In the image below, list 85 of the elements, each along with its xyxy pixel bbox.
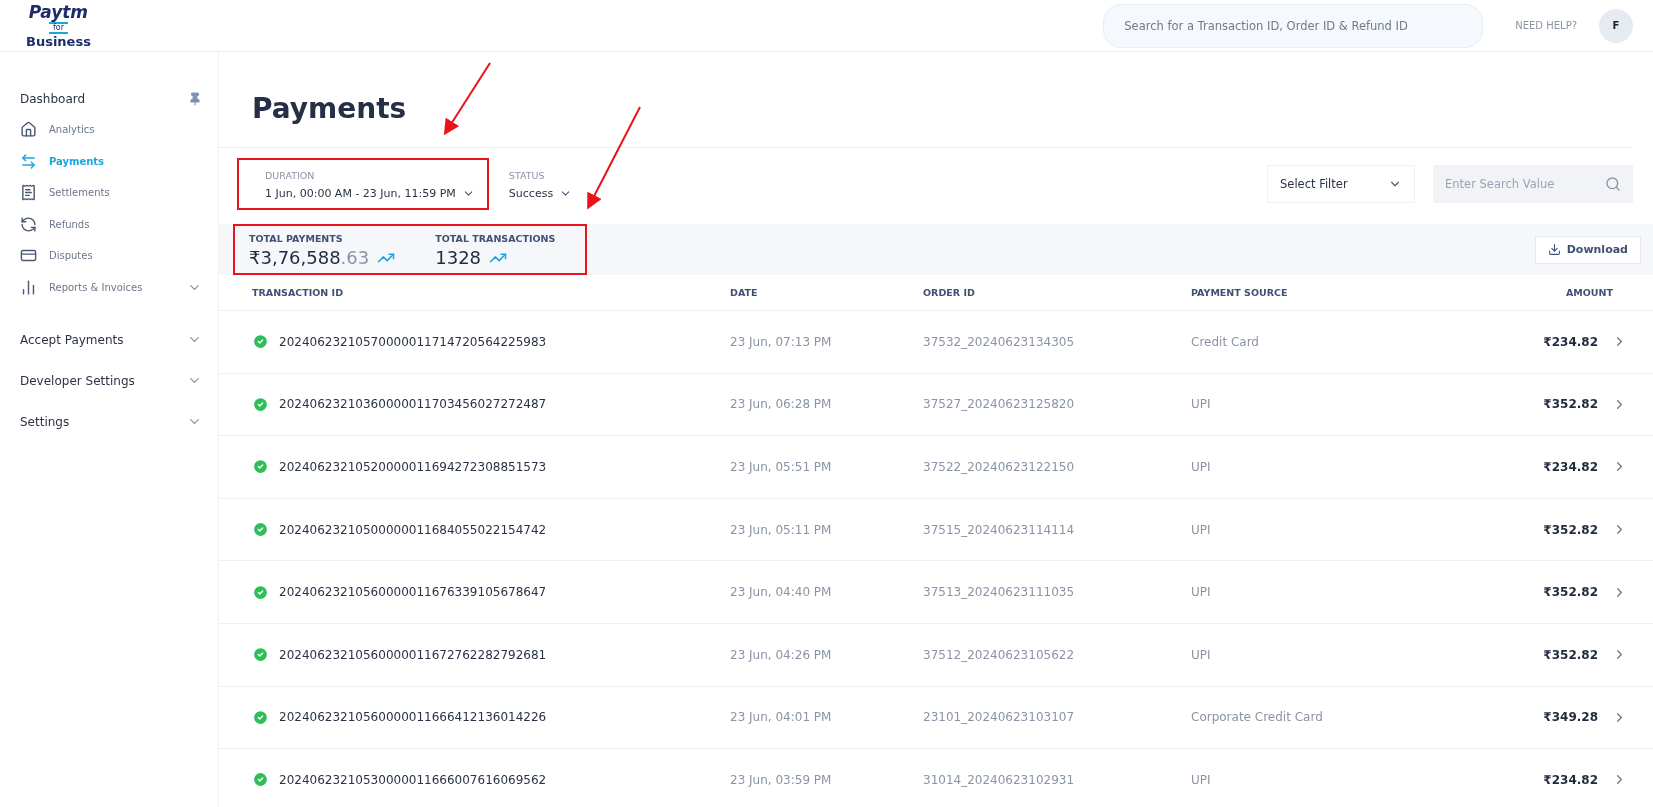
order-id-cell-text: 37527_20240623125820 [923, 397, 1076, 412]
payment-source-cell-text: Credit Card [1191, 334, 1260, 349]
amount-cell: ₹234.82 [1543, 334, 1598, 349]
sidebar-section[interactable]: Accept Payments [20, 319, 202, 360]
page-title: Payments [219, 52, 1633, 148]
table-row[interactable]: 20240623210360000011703456027272487 23 Jun, 06:28 PM 37527_20240623125820 UPI ₹352.82 [219, 373, 1653, 437]
date-cell-text: 23 Jun, 07:13 PM [730, 334, 833, 349]
sidebar-section[interactable]: Developer Settings [20, 360, 202, 401]
filter-label: STATUS [508, 170, 546, 181]
order-id-cell-text: 37532_20240623134305 [923, 334, 1076, 349]
order-id-cell-text: 37515_20240623114114 [923, 522, 1076, 537]
filter-dropdown[interactable]: Success [508, 187, 573, 200]
bar-chart-icon [20, 278, 37, 296]
date-cell-text: 23 Jun, 03:59 PM [730, 772, 833, 787]
receipt-icon [20, 184, 37, 202]
transaction-id: 20240623210560000011672762282792681 [279, 647, 547, 662]
total-value: 1328 [435, 247, 482, 268]
amount-cell: ₹234.82 [1543, 460, 1598, 474]
avatar[interactable]: F [1599, 8, 1633, 43]
table-row[interactable]: 20240623210520000011694272308851573 23 Jun, 05:51 PM 37522_20240623122150 UPI ₹234.82 [219, 436, 1653, 499]
order-id-cell-text: 37513_20240623111035 [923, 585, 1076, 600]
date-cell-text: 23 Jun, 05:11 PM [730, 522, 833, 537]
amount-cell: ₹234.82 [1543, 772, 1598, 787]
search-value-field[interactable]: Enter Search Value [1433, 165, 1633, 203]
date-cell-text: 23 Jun, 05:51 PM [730, 460, 833, 474]
order-id-cell-text: 23101_20240623103107 [923, 710, 1076, 725]
filter-dropdown[interactable]: 1 Jun, 00:00 AM - 23 Jun, 11:59 PM [265, 187, 475, 200]
order-id-cell-text: 37522_20240623122150 [923, 460, 1076, 474]
payment-source-cell-text: UPI [1191, 585, 1212, 600]
column-header: ORDER ID [923, 287, 976, 298]
download-button[interactable]: Download [1534, 235, 1641, 264]
total-value: ₹3,76,588.63 [249, 247, 370, 268]
table-row[interactable]: 20240623210560000011666412136014226 23 Jun, 04:01 PM 23101_20240623103107 Corporate Credit Card ₹349.28 [219, 686, 1653, 750]
date-cell-text: 23 Jun, 04:40 PM [730, 585, 833, 600]
table-row[interactable]: 20240623210560000011676339105678647 23 Jun, 04:40 PM 37513_20240623111035 UPI ₹352.82 [219, 561, 1653, 624]
sidebar-item[interactable]: Settlements [20, 177, 202, 209]
total-label: TOTAL TRANSACTIONS [435, 233, 556, 244]
refresh-icon [20, 215, 37, 233]
payment-source-cell-text: UPI [1191, 772, 1212, 787]
payment-source-cell-text: UPI [1191, 460, 1212, 474]
logo[interactable]: Paytm for Business [26, 3, 91, 48]
arrows-icon [20, 152, 37, 170]
column-header: TRANSACTION ID [252, 287, 345, 298]
sidebar-item[interactable]: Refunds [20, 208, 202, 240]
table-row[interactable]: 20240623210560000011672762282792681 23 Jun, 04:26 PM 37512_20240623105622 UPI ₹352.82 [219, 623, 1653, 687]
search-icon[interactable] [1605, 176, 1621, 192]
transaction-id: 20240623210560000011676339105678647 [279, 585, 547, 600]
payment-source-cell-text: UPI [1191, 522, 1212, 537]
amount-cell: ₹352.82 [1543, 522, 1598, 537]
column-header: PAYMENT SOURCE [1191, 287, 1289, 298]
total-label: TOTAL PAYMENTS [249, 233, 344, 244]
order-id-cell-text: 31014_20240623102931 [923, 772, 1076, 787]
amount-cell: ₹352.82 [1543, 647, 1598, 662]
table-row[interactable]: 20240623210530000011666007616069562 23 Jun, 03:59 PM 31014_20240623102931 UPI ₹234.82 [219, 749, 1653, 807]
payment-source-cell-text: UPI [1191, 397, 1212, 412]
pin-icon[interactable] [188, 92, 202, 106]
download-icon [1547, 243, 1561, 256]
house-icon [20, 121, 37, 139]
table-row[interactable]: 20240623210570000011714720564225983 23 Jun, 07:13 PM 37532_20240623134305 Credit Card ₹234.82 [219, 311, 1653, 374]
date-cell-text: 23 Jun, 04:01 PM [730, 710, 833, 725]
order-id-cell-text: 37512_20240623105622 [923, 647, 1076, 662]
amount-cell: ₹349.28 [1543, 710, 1598, 725]
payment-source-cell-text: Corporate Credit Card [1191, 710, 1324, 725]
date-cell-text: 23 Jun, 04:26 PM [730, 647, 833, 662]
transaction-id: 20240623210500000011684055022154742 [279, 522, 547, 537]
column-header: AMOUNT [1564, 287, 1614, 298]
date-cell-text: 23 Jun, 06:28 PM [730, 397, 833, 412]
transaction-id: 20240623210530000011666007616069562 [279, 772, 547, 787]
sidebar-item[interactable]: Reports & Invoices [20, 271, 202, 303]
table-row[interactable]: 20240623210500000011684055022154742 23 Jun, 05:11 PM 37515_20240623114114 UPI ₹352.82 [219, 498, 1653, 562]
filter-select[interactable]: Select Filter [1267, 165, 1415, 203]
transaction-id: 20240623210520000011694272308851573 [279, 460, 547, 474]
transaction-id: 20240623210570000011714720564225983 [279, 334, 547, 349]
transaction-id: 20240623210360000011703456027272487 [279, 397, 547, 412]
transaction-id: 20240623210560000011666412136014226 [279, 710, 547, 725]
amount-cell: ₹352.82 [1543, 397, 1598, 412]
filter-label: DURATION [265, 170, 316, 181]
payment-source-cell-text: UPI [1191, 647, 1212, 662]
sidebar-title: Dashboard [20, 92, 86, 106]
amount-cell: ₹352.82 [1543, 585, 1598, 600]
sidebar-item[interactable]: Disputes [20, 240, 202, 272]
sidebar-item[interactable]: Analytics [20, 114, 202, 146]
sidebar-section[interactable]: Settings [20, 401, 202, 442]
column-header: DATE [730, 287, 759, 298]
search-field[interactable]: Search for a Transaction ID, Order ID & Refund ID [1103, 3, 1484, 48]
